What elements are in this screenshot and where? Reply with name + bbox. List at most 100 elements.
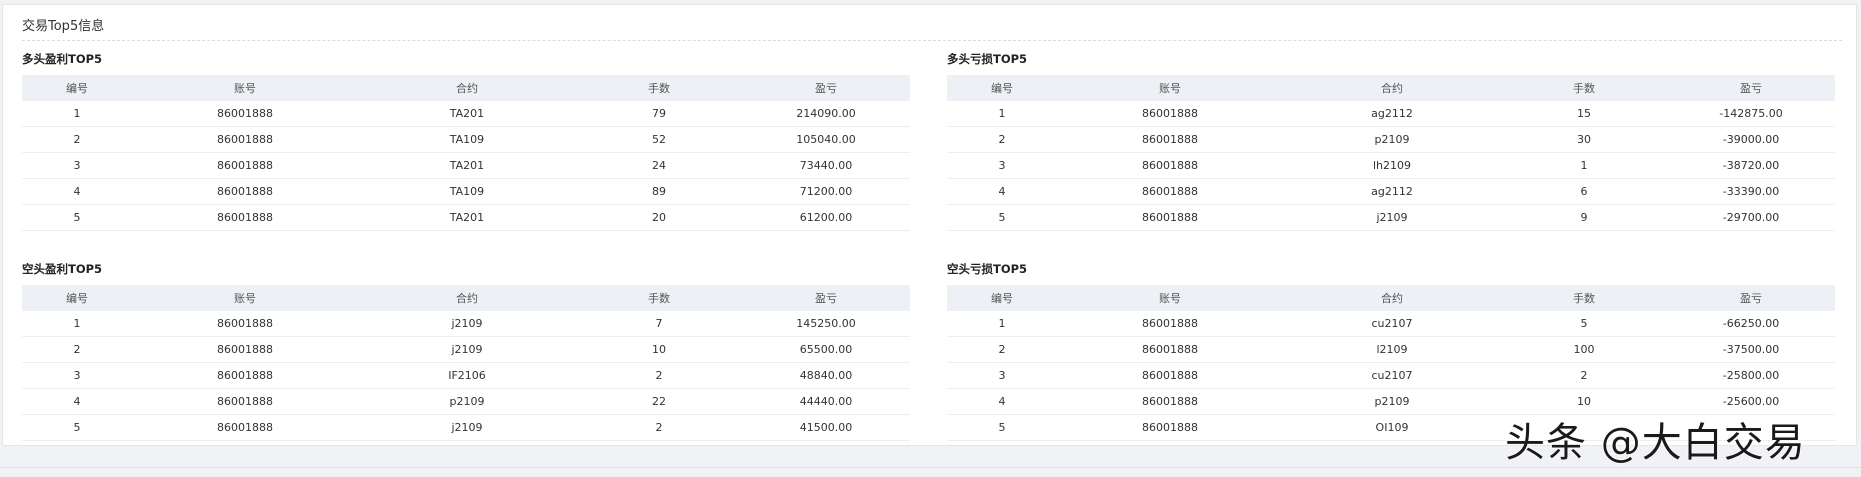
table-row[interactable]: 4 86001888 ag2112 6 -33390.00 <box>947 178 1835 205</box>
header-contract[interactable]: 合约 <box>1283 75 1501 101</box>
cell-pnl: 65500.00 <box>742 336 910 363</box>
cell-lots: 10 <box>576 336 742 363</box>
cell-contract: j2109 <box>358 336 576 363</box>
cell-pnl: 71200.00 <box>742 178 910 205</box>
header-pnl[interactable]: 盈亏 <box>742 285 910 311</box>
header-index[interactable]: 编号 <box>947 285 1057 311</box>
header-lots[interactable]: 手数 <box>1501 285 1667 311</box>
table-row[interactable]: 3 86001888 lh2109 1 -38720.00 <box>947 152 1835 179</box>
title-divider <box>22 40 1842 41</box>
cell-index: 4 <box>22 388 132 415</box>
header-contract[interactable]: 合约 <box>1283 285 1501 311</box>
cell-contract: p2109 <box>358 388 576 415</box>
header-pnl[interactable]: 盈亏 <box>1667 285 1835 311</box>
cell-account: 86001888 <box>1057 126 1283 153</box>
header-index[interactable]: 编号 <box>947 75 1057 101</box>
cell-lots: 24 <box>576 152 742 179</box>
header-account[interactable]: 账号 <box>1057 285 1283 311</box>
cell-index: 4 <box>947 388 1057 415</box>
cell-lots: 100 <box>1501 336 1667 363</box>
cell-contract: TA201 <box>358 204 576 231</box>
header-pnl[interactable]: 盈亏 <box>1667 75 1835 101</box>
cell-lots: 20 <box>576 204 742 231</box>
cell-account: 86001888 <box>1057 388 1283 415</box>
cell-index: 3 <box>947 152 1057 179</box>
cell-contract: OI109 <box>1283 414 1501 441</box>
table-header-row: 编号 账号 合约 手数 盈亏 <box>947 75 1835 101</box>
cell-account: 86001888 <box>132 101 358 127</box>
cell-index: 5 <box>22 204 132 231</box>
header-index[interactable]: 编号 <box>22 285 132 311</box>
cell-pnl: 48840.00 <box>742 362 910 389</box>
cell-contract: IF2106 <box>358 362 576 389</box>
cell-pnl: 105040.00 <box>742 126 910 153</box>
cell-contract: ag2112 <box>1283 178 1501 205</box>
cell-lots: 30 <box>1501 126 1667 153</box>
cell-pnl: -29700.00 <box>1667 204 1835 231</box>
header-account[interactable]: 账号 <box>132 285 358 311</box>
long-loss-table: 编号 账号 合约 手数 盈亏 1 86001888 ag2112 15 -142875.… <box>947 75 1835 231</box>
table-row[interactable]: 2 86001888 j2109 10 65500.00 <box>22 336 910 363</box>
header-lots[interactable]: 手数 <box>576 285 742 311</box>
header-contract[interactable]: 合约 <box>358 75 576 101</box>
cell-contract: ag2112 <box>1283 101 1501 127</box>
cell-index: 2 <box>947 126 1057 153</box>
cell-account: 86001888 <box>1057 152 1283 179</box>
table-row[interactable]: 1 86001888 j2109 7 145250.00 <box>22 311 910 337</box>
table-row[interactable]: 5 86001888 j2109 2 41500.00 <box>22 414 910 441</box>
cell-lots: 6 <box>1501 178 1667 205</box>
table-row[interactable]: 4 86001888 p2109 22 44440.00 <box>22 388 910 415</box>
cell-pnl: 61200.00 <box>742 204 910 231</box>
cell-account: 86001888 <box>132 311 358 337</box>
header-account[interactable]: 账号 <box>132 75 358 101</box>
table-row[interactable]: 3 86001888 cu2107 2 -25800.00 <box>947 362 1835 389</box>
cell-contract: j2109 <box>358 414 576 441</box>
cell-account: 86001888 <box>1057 414 1283 441</box>
cell-contract: cu2107 <box>1283 362 1501 389</box>
cell-lots: 52 <box>576 126 742 153</box>
cell-pnl: -33390.00 <box>1667 178 1835 205</box>
cell-account: 86001888 <box>132 336 358 363</box>
header-pnl[interactable]: 盈亏 <box>742 75 910 101</box>
cell-account: 86001888 <box>132 362 358 389</box>
header-index[interactable]: 编号 <box>22 75 132 101</box>
header-contract[interactable]: 合约 <box>358 285 576 311</box>
cell-contract: TA109 <box>358 126 576 153</box>
table-row[interactable]: 2 86001888 p2109 30 -39000.00 <box>947 126 1835 153</box>
table-row[interactable]: 5 86001888 TA201 20 61200.00 <box>22 204 910 231</box>
table-row[interactable]: 4 86001888 TA109 89 71200.00 <box>22 178 910 205</box>
cell-account: 86001888 <box>1057 311 1283 337</box>
cell-index: 1 <box>947 101 1057 127</box>
cell-index: 3 <box>22 152 132 179</box>
watermark: 头条 @大白交易 <box>1505 420 1806 466</box>
table-row[interactable]: 2 86001888 l2109 100 -37500.00 <box>947 336 1835 363</box>
table-row[interactable]: 3 86001888 TA201 24 73440.00 <box>22 152 910 179</box>
cell-pnl: 214090.00 <box>742 101 910 127</box>
cell-contract: j2109 <box>1283 204 1501 231</box>
cell-contract: j2109 <box>358 311 576 337</box>
cell-account: 86001888 <box>132 126 358 153</box>
table-row[interactable]: 5 86001888 j2109 9 -29700.00 <box>947 204 1835 231</box>
cell-lots: 22 <box>576 388 742 415</box>
table-row[interactable]: 2 86001888 TA109 52 105040.00 <box>22 126 910 153</box>
cell-pnl: -142875.00 <box>1667 101 1835 127</box>
table-row[interactable]: 1 86001888 TA201 79 214090.00 <box>22 101 910 127</box>
table-row[interactable]: 1 86001888 ag2112 15 -142875.00 <box>947 101 1835 127</box>
header-lots[interactable]: 手数 <box>1501 75 1667 101</box>
header-lots[interactable]: 手数 <box>576 75 742 101</box>
cell-pnl: 145250.00 <box>742 311 910 337</box>
top5-panel: 交易Top5信息 多头盈利TOP5 编号 账号 合约 手数 盈亏 1 860018… <box>2 4 1857 446</box>
cell-account: 86001888 <box>132 178 358 205</box>
table-row[interactable]: 1 86001888 cu2107 5 -66250.00 <box>947 311 1835 337</box>
panel-title: 交易Top5信息 <box>22 19 105 34</box>
cell-contract: TA201 <box>358 101 576 127</box>
table-header-row: 编号 账号 合约 手数 盈亏 <box>947 285 1835 311</box>
cell-lots: 5 <box>1501 311 1667 337</box>
header-account[interactable]: 账号 <box>1057 75 1283 101</box>
cell-index: 4 <box>22 178 132 205</box>
table-row[interactable]: 3 86001888 IF2106 2 48840.00 <box>22 362 910 389</box>
cell-pnl: -39000.00 <box>1667 126 1835 153</box>
cell-lots: 2 <box>576 414 742 441</box>
cell-lots: 2 <box>576 362 742 389</box>
section-short-profit: 空头盈利TOP5 编号 账号 合约 手数 盈亏 1 86001888 j2109 7 1… <box>22 259 910 441</box>
